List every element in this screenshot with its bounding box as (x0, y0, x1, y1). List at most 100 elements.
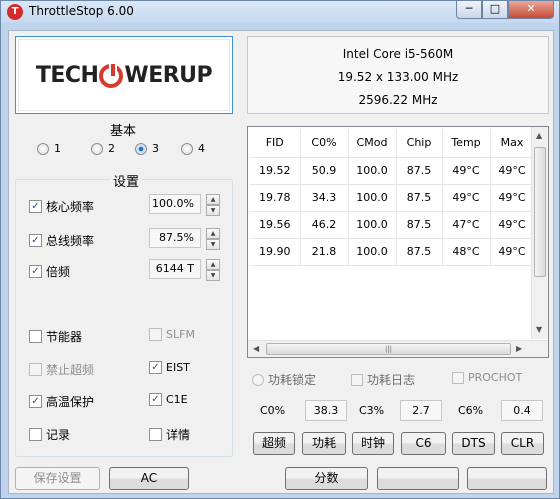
checkbox-label: 记录 (46, 428, 71, 442)
score-button[interactable]: 分数 (285, 467, 368, 490)
checkbox-box (149, 328, 162, 341)
table-cell: 19.78 (250, 184, 301, 212)
table-cell: 87.5 (396, 157, 443, 185)
cpu-multiplier: 19.52 x 133.00 MHz (337, 70, 459, 84)
title-bar[interactable]: T ThrottleStop 6.00 ─ □ ✕ (1, 1, 559, 23)
table-cell: 49°C (442, 184, 491, 212)
clock-button[interactable]: 时钟 (352, 432, 394, 455)
power-button[interactable]: 功耗 (302, 432, 346, 455)
table-header-row: FID C0% CMod Chip Temp Max (250, 129, 535, 158)
c0-value: 38.3 (305, 400, 347, 421)
table-cell: 100.0 (348, 211, 397, 239)
checkbox-box (29, 363, 42, 376)
disable-turbo-checkbox: 禁止超频 (29, 361, 94, 378)
minimize-button[interactable]: ─ (456, 1, 482, 19)
table-cell: 46.2 (300, 211, 349, 239)
radio-dot (91, 142, 103, 155)
techpowerup-logo: TECH WERUP (19, 40, 229, 110)
check-icon: ✓ (29, 234, 42, 247)
radio-profile-4[interactable]: 4 (181, 142, 205, 155)
scroll-up-icon[interactable]: ▲ (536, 131, 542, 140)
radio-profile-3[interactable]: 3 (135, 142, 159, 155)
col-chip: Chip (396, 129, 443, 158)
c0-label: C0% (260, 404, 286, 417)
multiplier-checkbox[interactable]: ✓ 倍频 (29, 263, 70, 280)
more-data-checkbox[interactable]: 详情 (149, 426, 190, 443)
radio-label: 3 (152, 142, 159, 155)
table-row: 19.78 34.3 100.0 87.5 49°C 49°C (250, 184, 535, 212)
option-label: 功耗锁定 (268, 373, 317, 387)
c6-button[interactable]: C6 (401, 432, 446, 455)
bus-freq-spinner[interactable]: ▲ ▼ (206, 228, 220, 250)
checkbox-label: SLFM (166, 328, 195, 341)
bottom-button-4[interactable] (377, 467, 459, 490)
table-cell: 49°C (490, 211, 535, 239)
logo-button[interactable]: TECH WERUP (15, 36, 233, 114)
bus-freq-checkbox[interactable]: ✓ 总线频率 (29, 232, 94, 249)
table-cell: 100.0 (348, 238, 397, 266)
spin-up-icon[interactable]: ▲ (206, 259, 220, 270)
c3-label: C3% (359, 404, 385, 417)
c1e-checkbox[interactable]: ✓ C1E (149, 393, 188, 406)
spin-down-icon[interactable]: ▼ (206, 270, 220, 281)
checkbox-box (149, 428, 162, 441)
col-temp: Temp (442, 129, 491, 158)
table-cell: 21.8 (300, 238, 349, 266)
core-freq-checkbox[interactable]: ✓ 核心频率 (29, 198, 94, 215)
scroll-down-icon[interactable]: ▼ (536, 325, 542, 334)
table-cell: 49°C (490, 184, 535, 212)
scroll-left-icon[interactable]: ◀ (253, 344, 259, 353)
checkbox-box (29, 428, 42, 441)
multiplier-spinner[interactable]: ▲ ▼ (206, 259, 220, 281)
checkbox-label: EIST (166, 361, 190, 374)
core-freq-spinner[interactable]: ▲ ▼ (206, 194, 220, 216)
spin-up-icon[interactable]: ▲ (206, 194, 220, 205)
settings-label: 设置 (110, 171, 143, 190)
radio-profile-1[interactable]: 1 (37, 142, 61, 155)
checkbox-box (452, 371, 464, 384)
table-cell: 19.52 (250, 157, 301, 185)
vertical-scrollbar[interactable]: ▲ ▼ (531, 127, 548, 339)
table-row: 19.52 50.9 100.0 87.5 49°C 49°C (250, 157, 535, 185)
scroll-right-icon[interactable]: ▶ (516, 344, 522, 353)
check-icon: ✓ (29, 395, 42, 408)
vertical-scroll-thumb[interactable] (534, 147, 546, 277)
window-title: ThrottleStop 6.00 (29, 4, 134, 18)
horizontal-scrollbar[interactable]: ◀ ||| ▶ (248, 340, 548, 357)
power-saver-checkbox[interactable]: 节能器 (29, 328, 82, 345)
clr-button[interactable]: CLR (501, 432, 544, 455)
ac-button[interactable]: AC (109, 467, 189, 490)
spin-down-icon[interactable]: ▼ (206, 239, 220, 250)
spin-down-icon[interactable]: ▼ (206, 205, 220, 216)
monitor-grid: FID C0% CMod Chip Temp Max 19.52 50.9 100.… (250, 129, 535, 266)
radio-profile-2[interactable]: 2 (91, 142, 115, 155)
log-checkbox[interactable]: 记录 (29, 426, 70, 443)
checkbox-label: 节能器 (46, 330, 83, 344)
bd-prochot-checkbox[interactable]: ✓ 高温保护 (29, 393, 94, 410)
checkbox-label: 总线频率 (46, 234, 95, 248)
app-icon: T (7, 4, 23, 20)
radio-label: 1 (54, 142, 61, 155)
cpu-name: Intel Core i5-560M (342, 47, 454, 61)
col-max: Max (490, 129, 535, 158)
power-icon (99, 62, 124, 88)
eist-checkbox[interactable]: ✓ EIST (149, 361, 190, 374)
save-settings-button[interactable]: 保存设置 (15, 467, 100, 490)
multiplier-value: 6144 T (149, 259, 201, 279)
turbo-button[interactable]: 超频 (253, 432, 295, 455)
table-cell: 49°C (490, 238, 535, 266)
table-cell: 34.3 (300, 184, 349, 212)
spin-up-icon[interactable]: ▲ (206, 228, 220, 239)
horizontal-scroll-thumb[interactable]: ||| (266, 343, 511, 355)
check-icon: ✓ (29, 200, 42, 213)
dts-button[interactable]: DTS (452, 432, 495, 455)
table-cell: 87.5 (396, 211, 443, 239)
monitor-table[interactable]: FID C0% CMod Chip Temp Max 19.52 50.9 100.… (247, 126, 549, 358)
bottom-button-5[interactable] (467, 467, 547, 490)
table-row: 19.56 46.2 100.0 87.5 47°C 49°C (250, 211, 535, 239)
checkbox-label: 禁止超频 (46, 363, 95, 377)
table-cell: 49°C (442, 157, 491, 185)
close-button[interactable]: ✕ (508, 1, 554, 19)
maximize-button[interactable]: □ (482, 1, 508, 19)
table-cell: 50.9 (300, 157, 349, 185)
